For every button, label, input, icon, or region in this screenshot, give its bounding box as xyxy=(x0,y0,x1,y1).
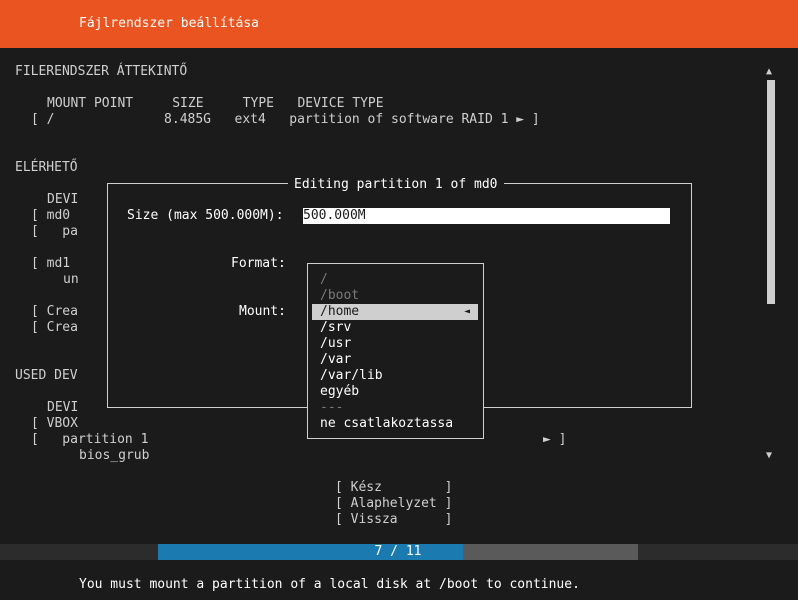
size-input-value: 500.000M xyxy=(303,208,366,223)
page-title: Fájlrendszer beállítása xyxy=(79,16,260,31)
mount-option-usr[interactable]: /usr xyxy=(320,336,351,352)
available-col-device: DEVI xyxy=(47,192,79,207)
used-row-vbox[interactable]: [ VBOX xyxy=(31,416,78,432)
mount-option-home-label: /home xyxy=(320,304,360,319)
mount-option-other[interactable]: egyéb xyxy=(320,384,359,400)
create-button-2[interactable]: [ Crea xyxy=(31,320,78,336)
available-heading: ELÉRHETŐ xyxy=(15,160,78,175)
format-label: Format: xyxy=(231,256,286,271)
mount-option-boot[interactable]: /boot xyxy=(320,288,359,304)
used-col-device: DEVI xyxy=(47,400,79,415)
footer-message: You must mount a partition of a local di… xyxy=(79,577,580,592)
scroll-up-icon[interactable]: ▲ xyxy=(766,64,772,80)
mount-option-none[interactable]: ne csatlakoztassa xyxy=(320,416,453,432)
progress-strip: 7 / 11 xyxy=(0,544,798,560)
header-bar: Fájlrendszer beállítása xyxy=(0,0,798,48)
used-row-partition1[interactable]: [ partition 1 xyxy=(31,432,148,448)
done-button[interactable]: [ Kész ] xyxy=(335,480,452,496)
overview-row-root[interactable]: [ / 8.485G ext4 partition of software RA… xyxy=(31,112,540,128)
used-row-partition1-end: ► ] xyxy=(543,432,567,447)
reset-button[interactable]: [ Alaphelyzet ] xyxy=(335,496,452,512)
mount-option-var-lib[interactable]: /var/lib xyxy=(320,368,383,384)
progress-bar: 7 / 11 xyxy=(158,544,638,560)
size-label: Size (max 500.000M): xyxy=(127,208,284,223)
mount-option-home[interactable]: /home ◄ xyxy=(312,304,478,320)
mount-dropdown-menu[interactable]: / /boot /home ◄ /srv /usr /var /var/lib … xyxy=(307,263,484,439)
create-button-1[interactable]: [ Crea xyxy=(31,304,78,320)
mount-option-var[interactable]: /var xyxy=(320,352,351,368)
mount-option-srv[interactable]: /srv xyxy=(320,320,351,336)
available-row-md0[interactable]: [ md0 xyxy=(31,208,70,224)
progress-text: 7 / 11 xyxy=(374,544,422,559)
available-row-unused: un xyxy=(63,272,79,287)
size-input[interactable]: 500.000M xyxy=(303,208,670,224)
back-button[interactable]: [ Vissza ] xyxy=(335,512,452,528)
available-row-partition[interactable]: [ pa xyxy=(31,224,78,240)
used-heading: USED DEV xyxy=(15,368,78,383)
mount-option-root[interactable]: / xyxy=(320,272,328,288)
used-row-bios-grub: bios_grub xyxy=(79,448,150,463)
mount-label: Mount: xyxy=(239,304,286,319)
overview-columns: MOUNT POINT SIZE TYPE DEVICE TYPE xyxy=(47,96,384,111)
scrollbar-thumb[interactable] xyxy=(767,80,775,304)
mount-option-separator: --- xyxy=(320,400,344,415)
dialog-title: Editing partition 1 of md0 xyxy=(288,177,504,193)
scroll-down-icon[interactable]: ▼ xyxy=(766,448,772,464)
available-row-md1[interactable]: [ md1 xyxy=(31,256,70,272)
selected-marker-icon: ◄ xyxy=(463,306,470,317)
overview-heading: FILERENDSZER ÁTTEKINTŐ xyxy=(15,64,188,79)
